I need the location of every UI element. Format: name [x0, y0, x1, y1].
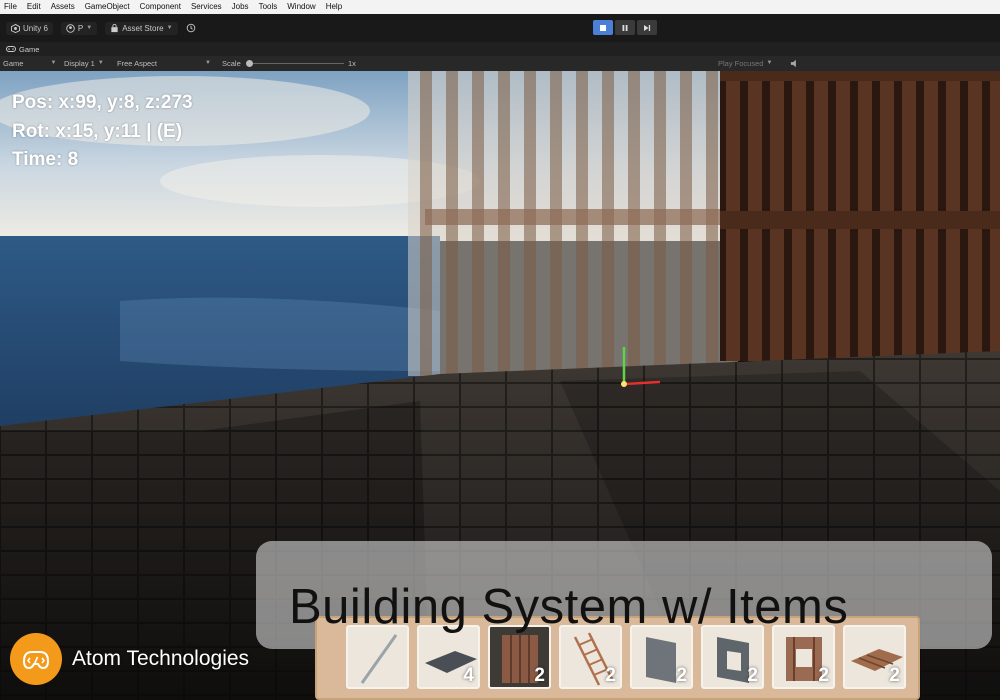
- scale-slider-handle[interactable]: [246, 60, 253, 67]
- chevron-down-icon: ▼: [766, 60, 773, 66]
- aspect-dropdown[interactable]: Free Aspect ▼: [117, 56, 211, 71]
- menu-services[interactable]: Services: [191, 0, 222, 14]
- asset-store-label: Asset Store: [122, 23, 164, 33]
- chevron-down-icon: ▼: [205, 60, 211, 66]
- pause-button[interactable]: [615, 20, 635, 35]
- unity-logo-icon: [11, 23, 20, 33]
- hotbar-slot-8[interactable]: 2: [843, 625, 906, 689]
- slot-count: 2: [747, 665, 758, 686]
- menu-jobs[interactable]: Jobs: [232, 0, 249, 14]
- gamepad-icon: [6, 46, 16, 52]
- menu-window[interactable]: Window: [287, 0, 315, 14]
- rotation-readout: Rot: x:15, y:11 | (E): [12, 120, 183, 142]
- unity-version-label: Unity 6: [23, 23, 48, 33]
- slot-count: 2: [676, 665, 687, 686]
- game-viewport[interactable]: Pos: x:99, y:8, z:273 Rot: x:15, y:11 | …: [0, 71, 1000, 700]
- display-dropdown[interactable]: Display 1 ▼: [64, 56, 104, 71]
- banner-title: Building System w/ Items: [289, 580, 849, 634]
- debug-hud: Pos: x:99, y:8, z:273 Rot: x:15, y:11 | …: [12, 89, 193, 175]
- menu-file[interactable]: File: [4, 0, 17, 14]
- game-mode-label: Game: [3, 59, 24, 68]
- menu-tools[interactable]: Tools: [259, 0, 278, 14]
- main-toolbar: Unity 6 P ▼ Asset Store ▼: [0, 14, 1000, 42]
- tab-game[interactable]: Game: [19, 45, 39, 54]
- menu-edit[interactable]: Edit: [27, 0, 41, 14]
- menu-gameobject[interactable]: GameObject: [85, 0, 130, 14]
- play-focused-label: Play Focused: [718, 59, 764, 68]
- play-controls: [593, 20, 657, 35]
- position-readout: Pos: x:99, y:8, z:273: [12, 92, 193, 113]
- menu-bar: File Edit Assets GameObject Component Se…: [0, 0, 1000, 14]
- scale-label: Scale: [222, 59, 241, 68]
- mute-audio-icon[interactable]: [790, 59, 799, 68]
- brand-name: Atom Technologies: [72, 647, 250, 670]
- menu-help[interactable]: Help: [326, 0, 342, 14]
- scale-slider-track[interactable]: [248, 63, 344, 64]
- shopping-bag-icon: [111, 23, 118, 32]
- time-readout: Time: 8: [12, 149, 79, 170]
- gamepad-code-logo-icon: [10, 633, 62, 685]
- unity-account-button[interactable]: Unity 6: [6, 21, 53, 35]
- game-view-controls: Game ▼ Display 1 ▼ Free Aspect ▼ Scale 1…: [0, 56, 1000, 71]
- aspect-label: Free Aspect: [117, 59, 158, 68]
- chevron-down-icon: ▼: [86, 25, 93, 31]
- brand-watermark: Atom Technologies: [10, 633, 249, 685]
- slot-count: 2: [605, 665, 616, 686]
- cloud-sync-icon[interactable]: [186, 23, 196, 33]
- pause-icon: [622, 24, 628, 31]
- asset-store-button[interactable]: Asset Store ▼: [105, 21, 178, 35]
- chevron-down-icon: ▼: [50, 60, 57, 66]
- account-dropdown[interactable]: P ▼: [60, 21, 98, 35]
- step-forward-icon: [644, 24, 651, 31]
- window-tab-strip: Game: [0, 42, 1000, 56]
- stop-icon: [600, 24, 606, 31]
- menu-assets[interactable]: Assets: [51, 0, 75, 14]
- slot-count: 2: [889, 665, 900, 686]
- stick-icon: [360, 634, 398, 684]
- scale-value: 1x: [348, 59, 356, 68]
- display-label: Display 1: [64, 59, 95, 68]
- play-focused-dropdown[interactable]: Play Focused ▼: [718, 56, 772, 71]
- slot-count: 2: [534, 665, 545, 686]
- account-label: P: [77, 23, 84, 33]
- menu-component[interactable]: Component: [140, 0, 181, 14]
- account-icon: [66, 23, 75, 33]
- game-mode-dropdown[interactable]: Game ▼: [3, 56, 56, 71]
- slot-count: 2: [818, 665, 829, 686]
- chevron-down-icon: ▼: [97, 60, 104, 66]
- step-button[interactable]: [637, 20, 657, 35]
- chevron-down-icon: ▼: [166, 25, 173, 31]
- stop-button[interactable]: [593, 20, 613, 35]
- slot-count: 4: [463, 665, 474, 686]
